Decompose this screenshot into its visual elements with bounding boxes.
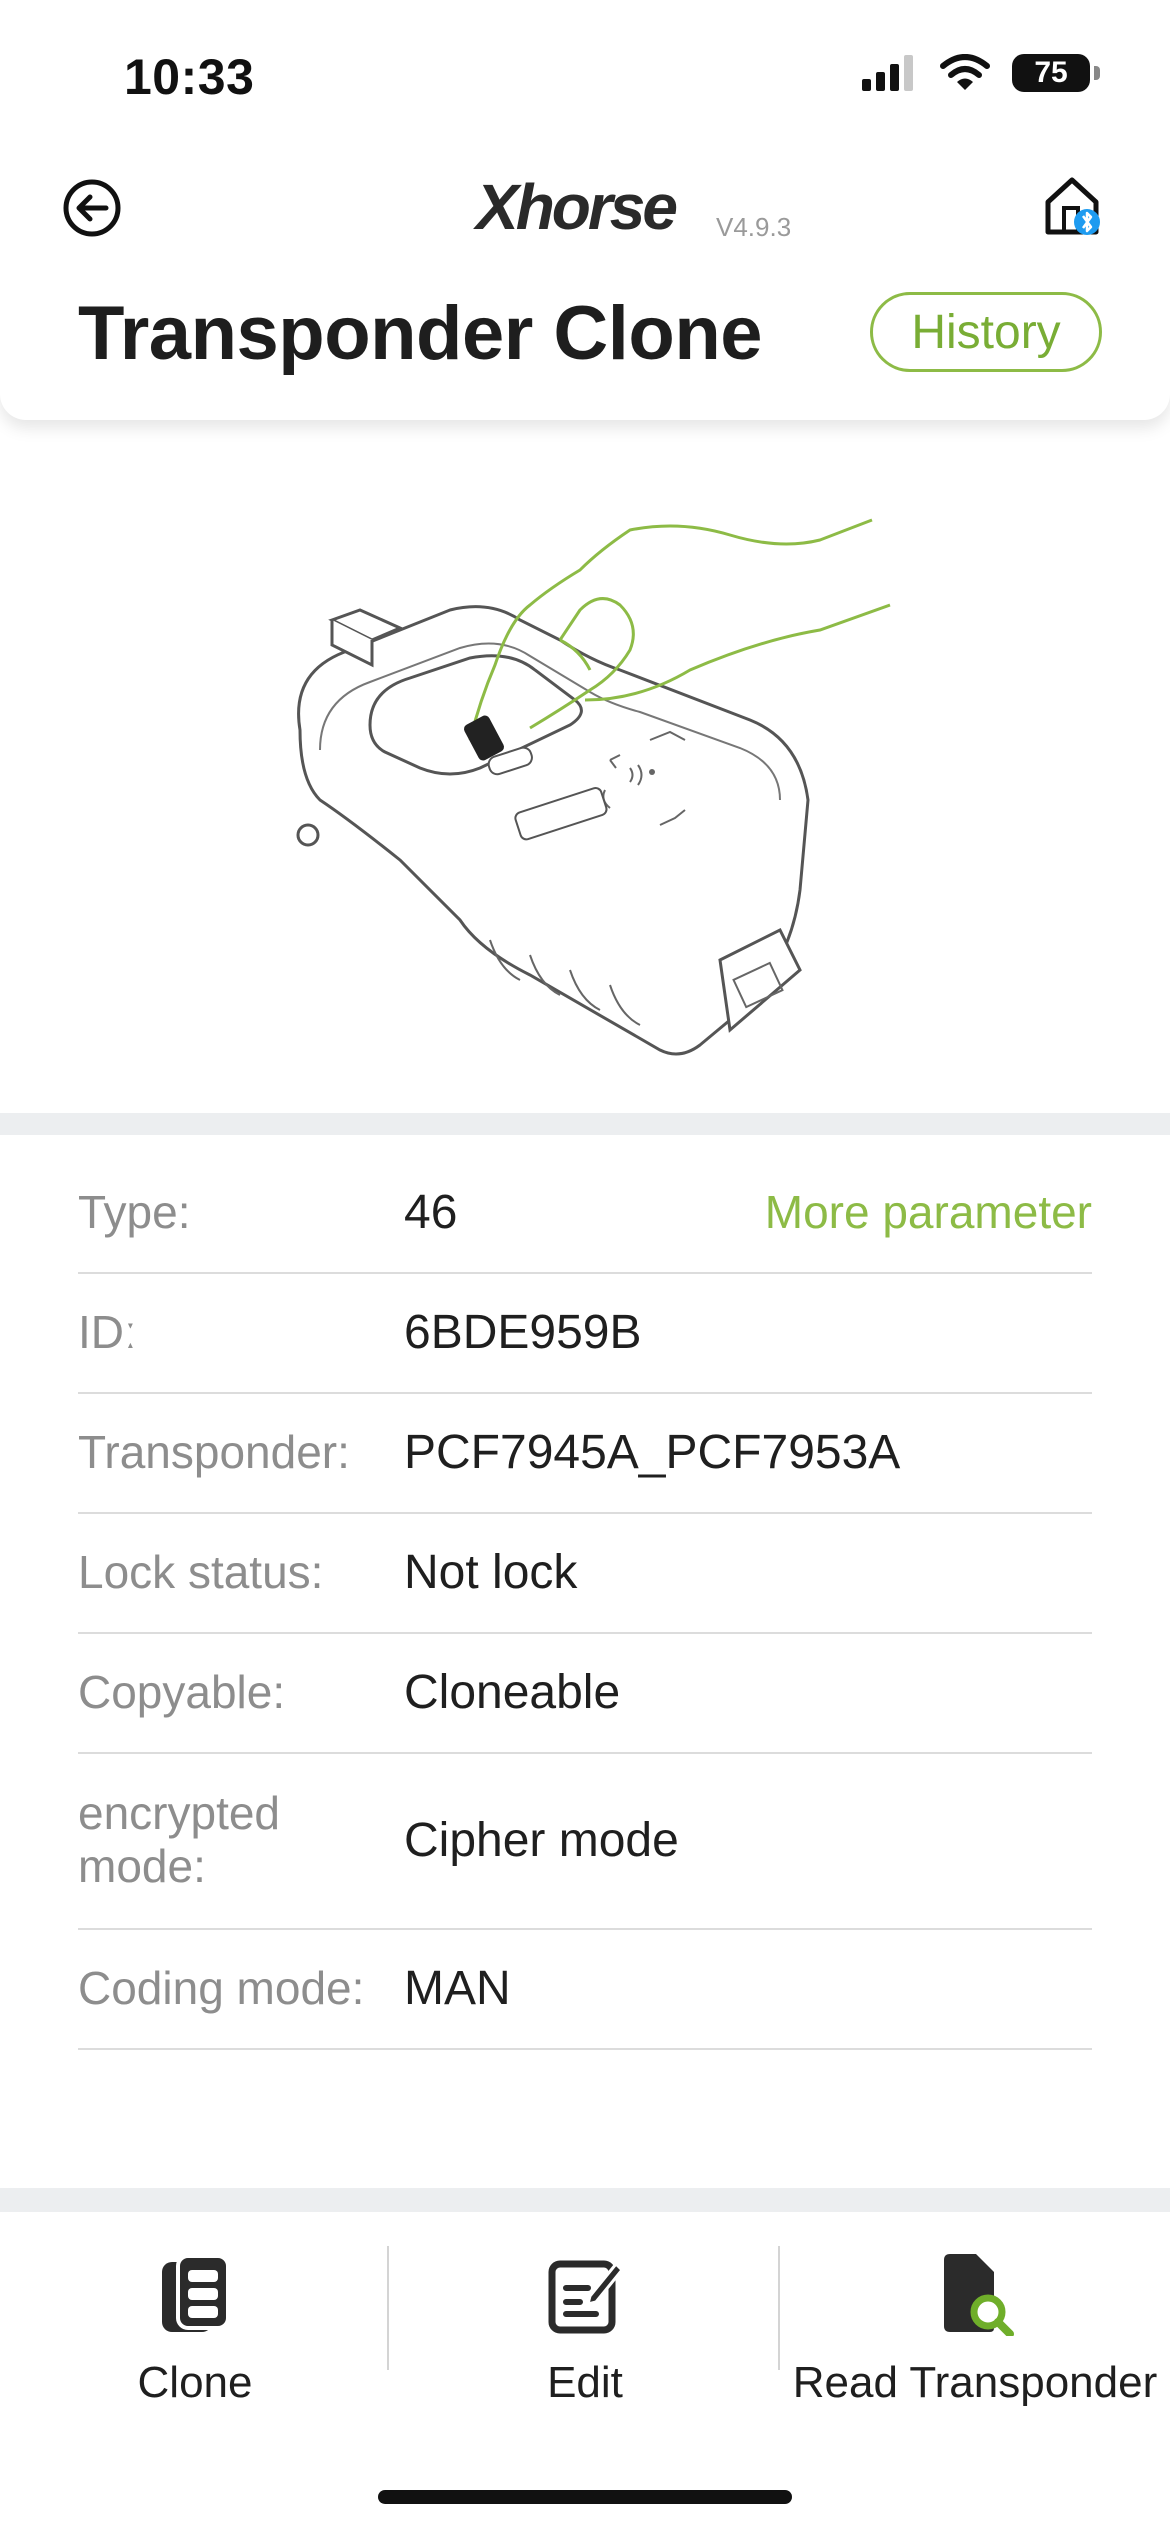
info-label: Copyable: [78,1665,286,1718]
device-home-bluetooth-icon[interactable] [1042,174,1102,240]
tab-label: Clone [137,2358,253,2407]
read-transponder-icon [944,2254,1014,2336]
info-label: Coding mode: [78,1961,365,2014]
battery-level: 75 [1034,56,1068,89]
status-time: 10:33 [124,49,255,105]
info-label: Transponder: [78,1425,350,1478]
edit-tab[interactable]: Edit [390,2214,780,2414]
xhorse-logo: Xhorse [476,171,678,243]
info-row-id: IDː 6BDE959B [78,1272,1092,1394]
battery-indicator: 75 [1012,54,1100,92]
info-value: 6BDE959B [404,1305,642,1359]
tab-label: Read Transponder [792,2358,1158,2407]
info-label: IDː [78,1305,137,1358]
info-value: PCF7945A_PCF7953A [404,1425,901,1479]
info-row-copyable: Copyable: Cloneable [78,1632,1092,1754]
info-row-encrypted-mode: encrypted mode: Cipher mode [78,1752,1092,1930]
edit-icon [548,2260,624,2334]
info-row-lock-status: Lock status: Not lock [78,1512,1092,1634]
info-value: Not lock [404,1545,578,1599]
info-value: Cloneable [404,1665,621,1719]
back-icon[interactable] [62,178,122,238]
info-label: Type: [78,1185,191,1238]
status-indicators: 75 [862,54,1100,92]
section-divider-top [0,1113,1170,1135]
info-label: encrypted mode: [78,1787,281,1892]
info-row-coding-mode: Coding mode: MAN [78,1928,1092,2050]
tab-label: Edit [547,2358,623,2407]
more-parameter-link[interactable]: More parameter [765,1152,1092,1272]
read-transponder-tab[interactable]: Read Transponder [780,2214,1170,2414]
tab-separator [387,2246,389,2370]
info-label: Lock status: [78,1545,324,1598]
page-title: Transponder Clone [78,291,763,376]
home-indicator[interactable] [378,2490,792,2504]
app-version: V4.9.3 [716,212,792,242]
info-value: Cipher mode [404,1813,679,1867]
info-value: 46 [404,1185,458,1239]
section-divider-bottom [0,2188,1170,2212]
history-button[interactable]: History [870,292,1102,372]
cellular-signal-icon [862,55,913,91]
wifi-icon [940,54,990,90]
clone-tab[interactable]: Clone [0,2214,390,2414]
device-illustration [296,518,891,1056]
info-row-type: Type: 46 More parameter [78,1152,1092,1274]
info-row-transponder: Transponder: PCF7945A_PCF7953A [78,1392,1092,1514]
key-remote-icon [162,2254,230,2332]
info-value: MAN [404,1961,511,2015]
